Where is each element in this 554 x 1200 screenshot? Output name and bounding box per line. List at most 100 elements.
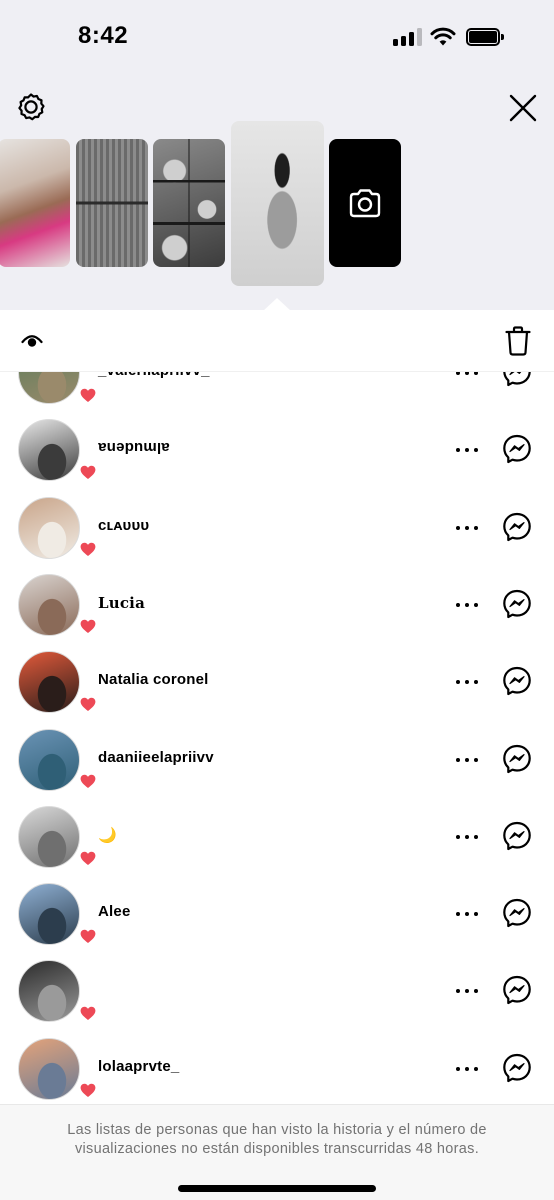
heart-icon <box>80 1006 96 1020</box>
messenger-icon[interactable] <box>502 589 532 619</box>
more-options-icon[interactable] <box>455 442 479 458</box>
liked-badge <box>76 614 100 639</box>
heart-icon <box>80 620 96 634</box>
more-options-icon[interactable] <box>455 906 479 922</box>
viewer-username[interactable]: _valeriiapriivv_ <box>98 372 210 379</box>
viewer-username[interactable]: almudena <box>98 439 170 456</box>
status-time: 8:42 <box>78 22 129 49</box>
avatar-image <box>18 496 80 559</box>
add-story-camera-button[interactable] <box>329 139 401 267</box>
home-indicator[interactable] <box>178 1185 376 1192</box>
avatar[interactable] <box>18 372 100 407</box>
messenger-icon[interactable] <box>502 434 532 464</box>
more-options-icon[interactable] <box>455 597 479 613</box>
avatar[interactable] <box>18 496 100 562</box>
heart-icon <box>80 388 96 402</box>
viewer-row[interactable]: ᴄʟᴀᴜᴜᴜ <box>0 490 554 567</box>
viewer-row[interactable]: Alee <box>0 876 554 953</box>
messenger-icon[interactable] <box>502 821 532 851</box>
camera-icon <box>349 189 381 218</box>
viewer-username[interactable]: Lucia <box>98 594 145 612</box>
avatar-image <box>18 883 80 946</box>
viewer-username[interactable]: Natalia coronel <box>98 671 209 688</box>
avatar[interactable] <box>18 883 100 949</box>
more-options-icon[interactable] <box>455 520 479 536</box>
status-bar: 8:42 <box>0 0 554 70</box>
more-options-icon[interactable] <box>455 1061 479 1077</box>
messenger-icon[interactable] <box>502 744 532 774</box>
liked-badge <box>76 692 100 717</box>
wifi-icon <box>430 27 456 46</box>
liked-badge <box>76 537 100 562</box>
viewer-username[interactable]: lolaaprvte_ <box>98 1058 179 1075</box>
liked-badge <box>76 1001 100 1026</box>
avatar-image <box>18 1037 80 1100</box>
viewer-username[interactable]: ᴄʟᴀᴜᴜᴜ <box>98 517 149 534</box>
viewer-username[interactable]: Alee <box>98 903 131 920</box>
messenger-icon[interactable] <box>502 975 532 1005</box>
messenger-icon[interactable] <box>502 898 532 928</box>
viewer-row[interactable]: Lucia <box>0 567 554 644</box>
story-thumbnail-selected[interactable] <box>231 121 324 286</box>
liked-badge <box>76 769 100 794</box>
viewers-list[interactable]: _valeriiapriivv_ almudena ᴄʟᴀᴜᴜᴜ Lucia Nata… <box>0 372 554 1104</box>
messenger-icon[interactable] <box>502 1053 532 1083</box>
avatar-image <box>18 960 80 1023</box>
avatar[interactable] <box>18 728 100 794</box>
settings-icon[interactable] <box>15 91 47 123</box>
more-options-icon[interactable] <box>455 983 479 999</box>
avatar-image <box>18 805 80 868</box>
liked-badge <box>76 1078 100 1103</box>
close-icon[interactable] <box>508 93 538 123</box>
cellular-signal-icon <box>393 28 423 46</box>
heart-icon <box>80 697 96 711</box>
liked-badge <box>76 383 100 407</box>
heart-icon <box>80 1083 96 1098</box>
more-options-icon[interactable] <box>455 752 479 768</box>
avatar[interactable] <box>18 651 100 717</box>
story-thumbnail[interactable] <box>76 139 148 267</box>
viewer-username[interactable]: 🌙 <box>98 826 117 844</box>
avatar-image <box>18 573 80 636</box>
heart-icon <box>80 929 96 943</box>
story-thumbnail[interactable] <box>153 139 225 267</box>
avatar[interactable] <box>18 960 100 1026</box>
viewer-row[interactable]: Natalia coronel <box>0 644 554 721</box>
messenger-icon[interactable] <box>502 666 532 696</box>
footer: Las listas de personas que han visto la … <box>0 1104 554 1200</box>
viewer-row[interactable]: daaniieelapriivv <box>0 722 554 799</box>
viewer-row[interactable]: almudena <box>0 412 554 489</box>
more-options-icon[interactable] <box>455 372 479 381</box>
avatar-image <box>18 372 80 404</box>
trash-icon[interactable] <box>505 326 531 356</box>
liked-badge <box>76 924 100 949</box>
more-options-icon[interactable] <box>455 674 479 690</box>
heart-icon <box>80 851 96 866</box>
viewers-toolbar <box>0 310 554 372</box>
avatar[interactable] <box>18 1037 100 1103</box>
viewer-row[interactable]: lolaaprvte_ <box>0 1031 554 1104</box>
avatar[interactable] <box>18 419 100 485</box>
messenger-icon[interactable] <box>502 372 532 387</box>
avatar[interactable] <box>18 573 100 639</box>
avatar-image <box>18 419 80 482</box>
viewer-row[interactable]: 🌙 <box>0 799 554 876</box>
avatar[interactable] <box>18 805 100 871</box>
eye-icon[interactable] <box>21 332 43 350</box>
viewer-row[interactable]: _valeriiapriivv_ <box>0 372 554 412</box>
viewer-username[interactable]: daaniieelapriivv <box>98 749 214 766</box>
more-options-icon[interactable] <box>455 829 479 845</box>
avatar-image <box>18 728 80 791</box>
heart-icon <box>80 542 96 557</box>
story-thumbnail[interactable] <box>0 139 70 267</box>
heart-icon <box>80 774 96 788</box>
viewer-row[interactable] <box>0 953 554 1030</box>
messenger-icon[interactable] <box>502 512 532 542</box>
liked-badge <box>76 846 100 871</box>
liked-badge <box>76 460 100 485</box>
battery-icon <box>466 28 504 46</box>
avatar-image <box>18 651 80 714</box>
story-header: 8:42 <box>0 0 554 311</box>
heart-icon <box>80 465 96 479</box>
expired-views-note: Las listas de personas que han visto la … <box>67 1122 487 1157</box>
